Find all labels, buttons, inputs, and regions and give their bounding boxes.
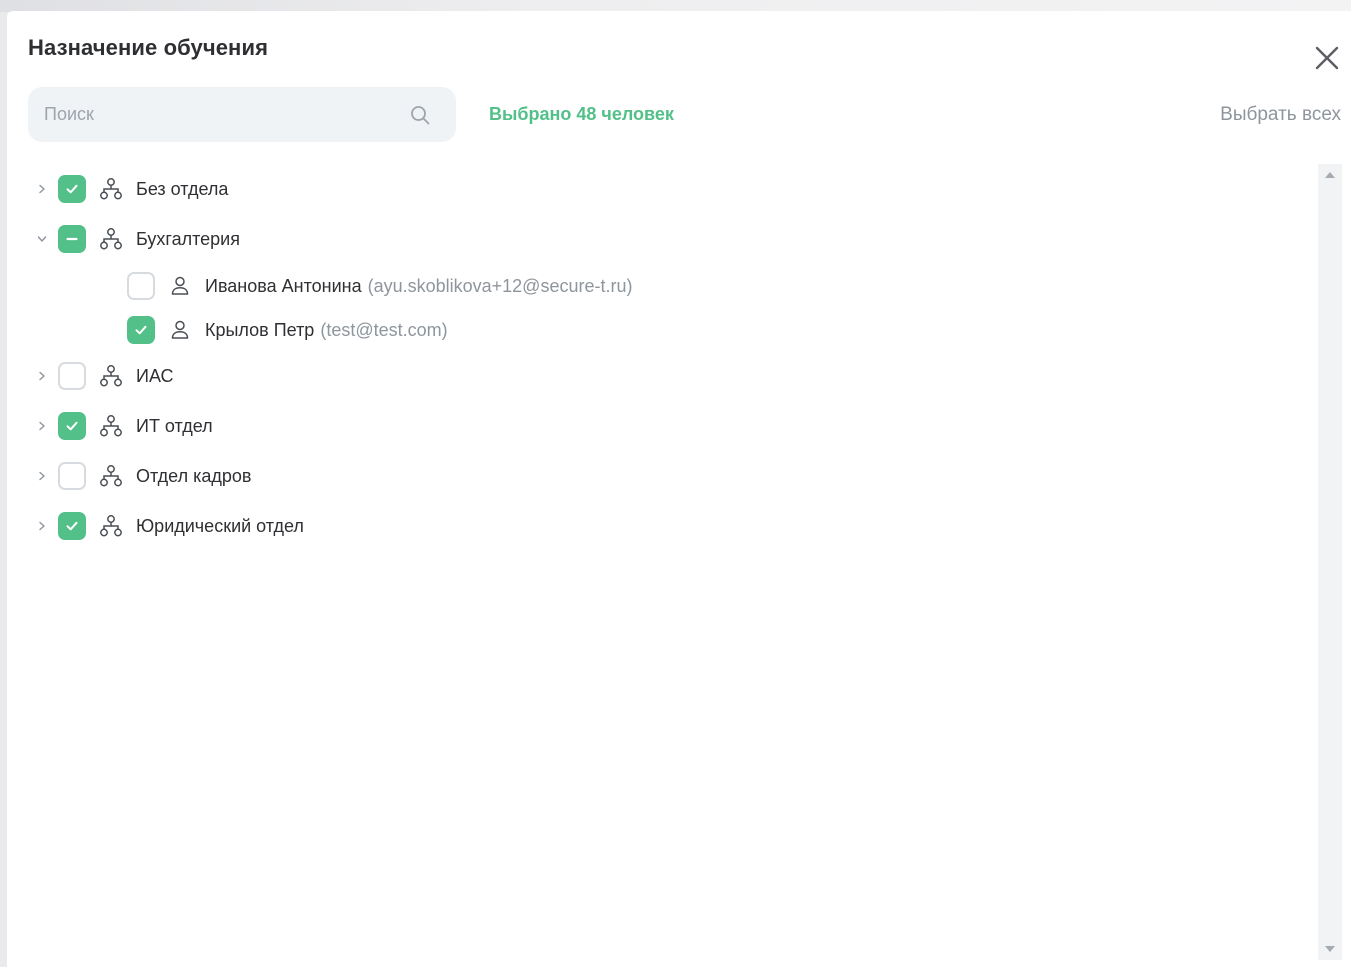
check-icon [135,325,147,335]
check-icon [66,421,78,431]
search-input[interactable] [44,87,404,142]
checkbox-unchecked[interactable] [58,462,86,490]
chevron-down-icon[interactable] [32,229,52,249]
select-all-link[interactable]: Выбрать всех [1220,104,1341,126]
user-name: Крылов Петр [205,319,315,340]
minus-icon [66,237,78,241]
check-icon [66,521,78,531]
checkbox-unchecked[interactable] [127,272,155,300]
department-icon [98,513,124,539]
check-icon [66,184,78,194]
department-icon [98,226,124,252]
close-button[interactable] [1312,43,1342,73]
assign-training-dialog: Назначение обучения Выбрано 48 человек В… [7,11,1351,967]
user-name: Иванова Антонина [205,275,362,296]
tree-item-user[interactable]: Крылов Петр (test@test.com) [127,310,448,350]
tree-item-department[interactable]: ИТ отдел [32,406,213,446]
checkbox-checked[interactable] [58,175,86,203]
department-label: Юридический отдел [136,515,304,536]
scroll-up-arrow-icon[interactable] [1325,172,1335,178]
tree-item-department[interactable]: Бухгалтерия [32,219,240,259]
scrollbar[interactable] [1318,164,1342,960]
chevron-right-icon[interactable] [32,179,52,199]
department-label: ИАС [136,365,174,386]
search-icon[interactable] [408,103,432,127]
department-icon [98,176,124,202]
tree-item-department[interactable]: Отдел кадров [32,456,251,496]
checkbox-indeterminate[interactable] [58,225,86,253]
department-icon [98,413,124,439]
checkbox-checked[interactable] [58,412,86,440]
department-label: Бухгалтерия [136,228,240,249]
checkbox-checked[interactable] [58,512,86,540]
department-label: Без отдела [136,178,229,199]
close-icon [1315,46,1339,70]
user-email: (test@test.com) [320,319,448,340]
user-icon [167,273,193,299]
chevron-right-icon[interactable] [32,516,52,536]
department-label: Отдел кадров [136,465,252,486]
tree-item-department[interactable]: ИАС [32,356,174,396]
scroll-down-arrow-icon[interactable] [1325,946,1335,952]
department-label: ИТ отдел [136,415,213,436]
checkbox-checked[interactable] [127,316,155,344]
chevron-right-icon[interactable] [32,466,52,486]
chevron-right-icon[interactable] [32,416,52,436]
tree-item-user[interactable]: Иванова Антонина (ayu.skoblikova+12@secu… [127,266,632,306]
chevron-right-icon[interactable] [32,366,52,386]
checkbox-unchecked[interactable] [58,362,86,390]
tree-item-department[interactable]: Юридический отдел [32,506,304,546]
dialog-title: Назначение обучения [28,35,269,60]
tree-item-department[interactable]: Без отдела [32,169,228,209]
selected-count: Выбрано 48 человек [489,104,674,124]
department-icon [98,463,124,489]
search-box [28,87,456,142]
user-email: (ayu.skoblikova+12@secure-t.ru) [367,275,633,296]
user-icon [167,317,193,343]
department-icon [98,363,124,389]
